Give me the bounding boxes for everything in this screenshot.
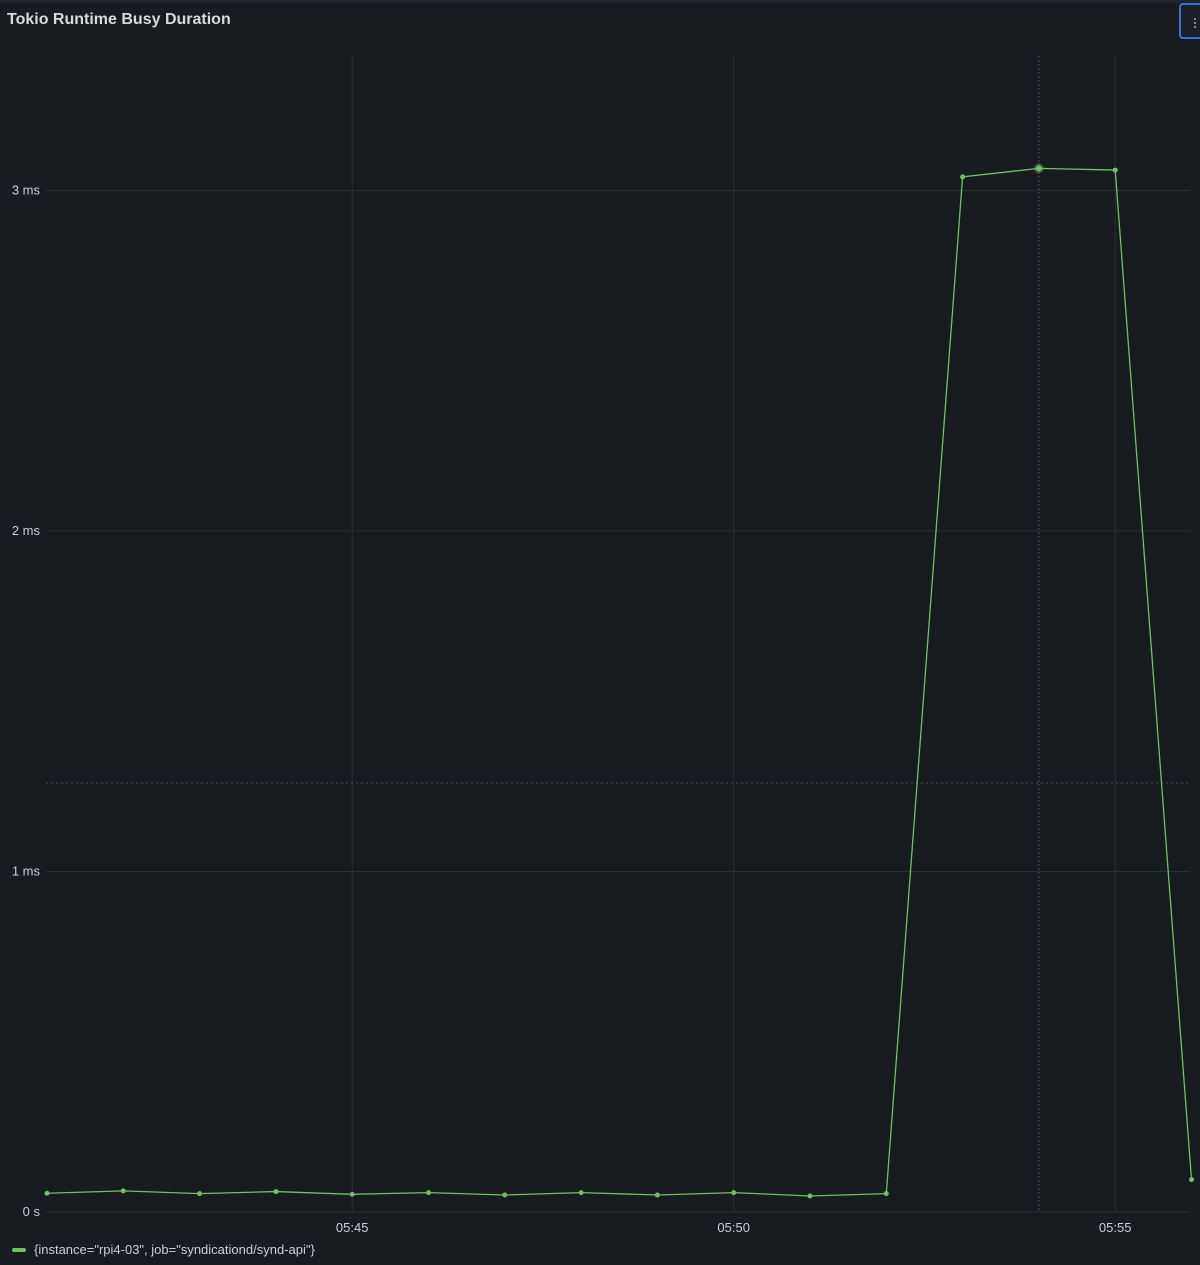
legend-series-label[interactable]: {instance="rpi4-03", job="syndicationd/s… [34,1242,315,1257]
y-tick-label: 1 ms [12,864,41,879]
data-point [349,1191,355,1197]
data-point [44,1190,50,1196]
data-point [578,1190,584,1196]
data-point [807,1193,813,1199]
data-point [502,1192,508,1198]
data-point [1035,165,1042,172]
y-tick-label: 0 s [23,1204,41,1219]
data-point [197,1191,203,1197]
data-point [273,1189,279,1195]
time-series-chart[interactable]: 0 s 1 ms 2 ms 3 ms 05:45 05:50 05:55 [0,0,1200,1265]
legend: {instance="rpi4-03", job="syndicationd/s… [12,1242,315,1257]
y-tick-label: 2 ms [12,523,41,538]
series-line [46,167,1193,1197]
data-point [1189,1177,1194,1183]
data-point [426,1190,431,1196]
data-point [1112,167,1118,173]
data-point [654,1192,660,1198]
y-tick-label: 3 ms [12,183,41,198]
data-point [960,174,966,180]
data-point [883,1191,889,1197]
data-point [120,1188,126,1194]
legend-swatch [12,1247,26,1252]
x-tick-label: 05:55 [1099,1220,1132,1235]
data-point [731,1190,737,1196]
x-tick-label: 05:50 [717,1220,750,1235]
x-tick-label: 05:45 [336,1220,369,1235]
